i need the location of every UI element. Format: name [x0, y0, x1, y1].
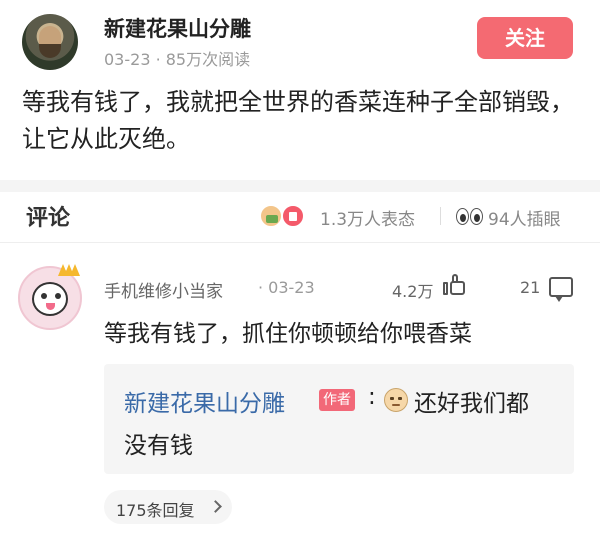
like-count[interactable]: 4.2万: [392, 278, 433, 302]
like-icon[interactable]: [443, 274, 467, 296]
post-header: 新建花果山分雕 03-23 · 85万次阅读 关注: [0, 0, 600, 78]
reply-icon[interactable]: [549, 277, 573, 302]
view-replies-button[interactable]: 175条回复: [104, 490, 232, 524]
chevron-right-icon: [209, 500, 222, 513]
heart-icon: [281, 204, 305, 228]
comments-divider: [0, 242, 600, 243]
follow-button[interactable]: 关注: [477, 17, 573, 59]
comments-header: 评论 1.3万人表态 94人插眼: [0, 192, 600, 242]
replies-label: 175条回复: [116, 501, 195, 520]
author-name[interactable]: 新建花果山分雕: [104, 13, 251, 43]
reply-text-line2: 没有钱: [124, 433, 193, 459]
comment-time: · 03-23: [258, 278, 315, 297]
like-icon-cuff: [443, 282, 448, 295]
post-meta: 03-23 · 85万次阅读: [104, 50, 251, 69]
avatar-cartoon-face: [32, 282, 68, 316]
reply-text-line1: 还好我们都: [414, 391, 529, 417]
comment-item: 手机维修小当家 · 03-23 4.2万 21 等我有钱了，抓住你顿顿给你喂香菜…: [0, 244, 600, 538]
comments-title: 评论: [26, 206, 71, 231]
eye-right: [470, 208, 483, 225]
reactions-button[interactable]: [259, 202, 315, 230]
reply-count[interactable]: 21: [520, 278, 540, 297]
views-count[interactable]: 94人插眼: [488, 205, 561, 230]
comment-text: 等我有钱了，抓住你顿顿给你喂香菜: [104, 321, 472, 347]
eye-left: [456, 208, 469, 225]
author-reply[interactable]: 新建花果山分雕 作者 : 还好我们都 没有钱: [104, 364, 574, 474]
post-text: 等我有钱了，我就把全世界的香菜连种子全部销毁，让它从此灭绝。: [22, 88, 574, 153]
author-avatar[interactable]: [22, 14, 78, 70]
author-badge: 作者: [319, 389, 355, 411]
commenter-name[interactable]: 手机维修小当家: [104, 277, 223, 302]
eye-icon[interactable]: [456, 208, 484, 226]
reply-colon: :: [368, 384, 376, 410]
like-icon-palm: [450, 281, 465, 295]
thumbs-up-icon: [259, 204, 283, 228]
header-separator: [440, 207, 441, 225]
reactions-count[interactable]: 1.3万人表态: [320, 205, 415, 230]
reply-author-name[interactable]: 新建花果山分雕: [124, 384, 285, 418]
smirk-emoji-icon: [384, 388, 408, 412]
avatar-beard: [39, 44, 61, 58]
section-divider: [0, 180, 600, 192]
crown-icon: [58, 262, 80, 276]
